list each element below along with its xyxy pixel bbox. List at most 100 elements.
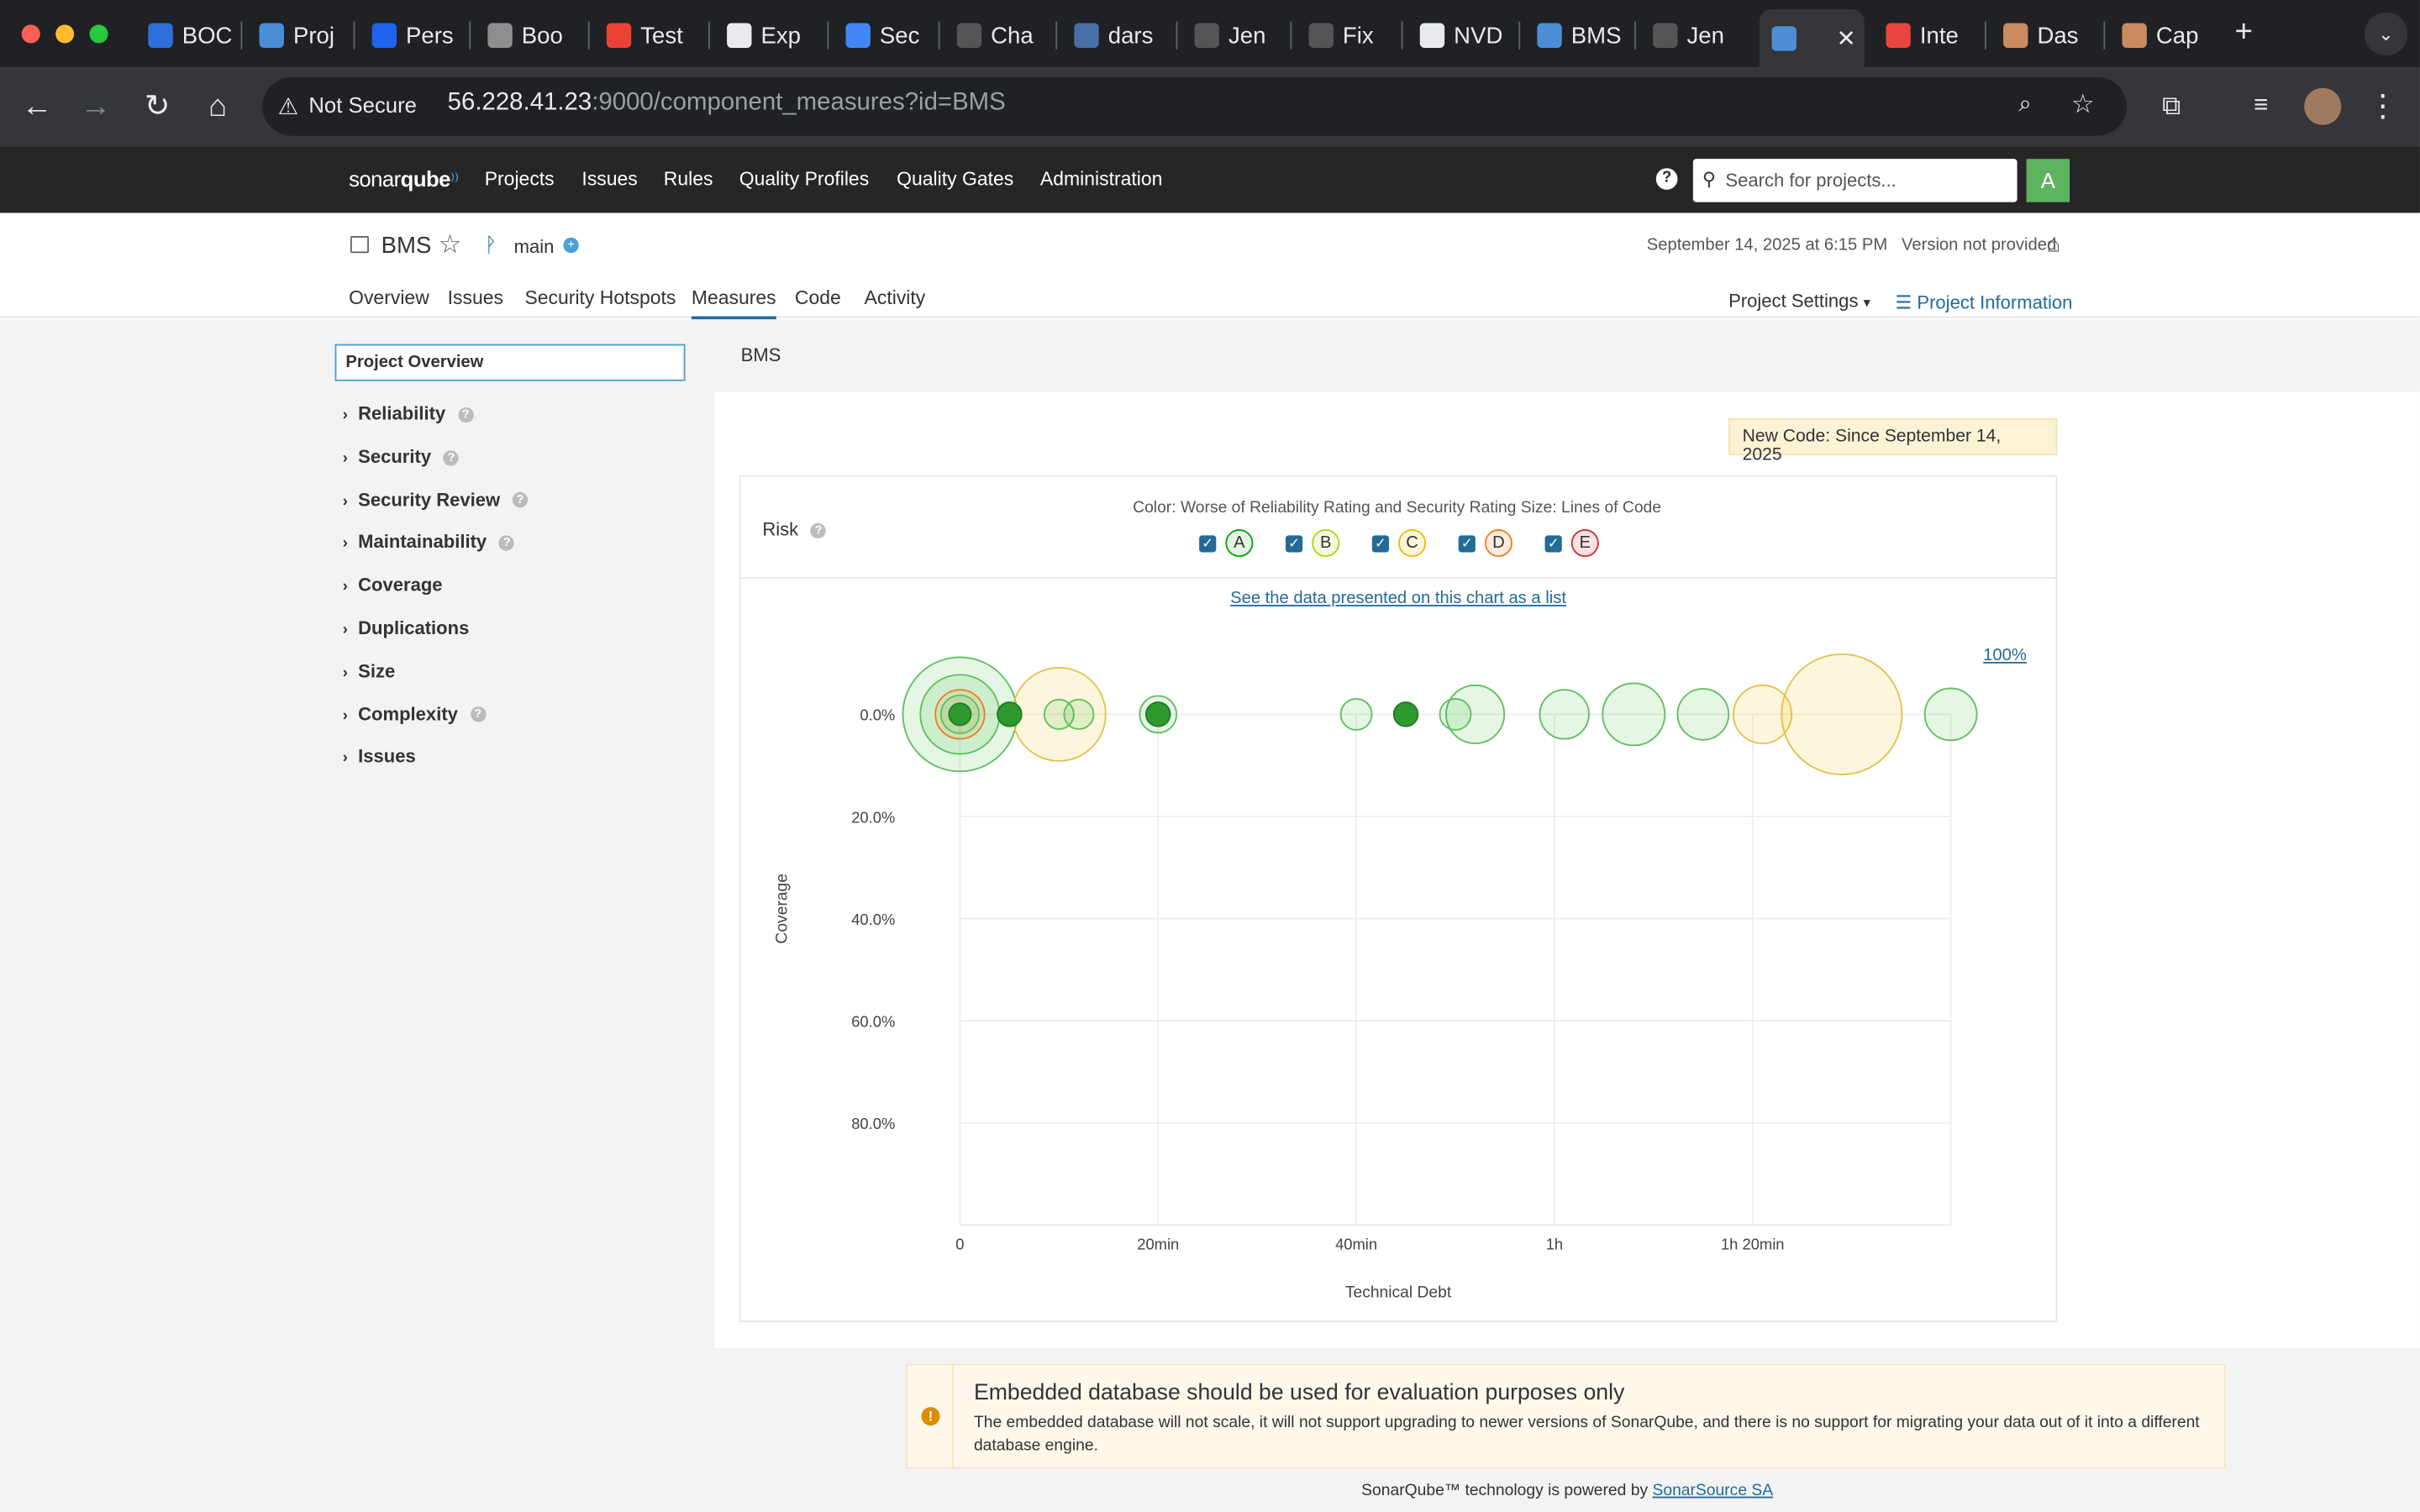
rating-checkbox[interactable]: ✓ — [1458, 534, 1476, 552]
zoom-icon[interactable]: ⌕ — [2018, 91, 2031, 117]
forward-icon[interactable]: → — [76, 87, 116, 127]
sidebar-item-complexity[interactable]: › Complexity? — [343, 703, 486, 725]
y-tick-label: 20.0% — [851, 808, 895, 826]
branch-name[interactable]: main — [514, 236, 555, 258]
home-project-icon[interactable]: ⌂ — [2046, 232, 2060, 258]
maximize-window-dot[interactable] — [89, 24, 108, 44]
risk-help-icon[interactable]: ? — [810, 522, 827, 538]
tab-separator — [938, 21, 940, 50]
sidebar-item-size[interactable]: › Size — [343, 660, 395, 682]
tab-search-button[interactable]: ⌄ — [2364, 12, 2408, 56]
minimize-window-dot[interactable] — [55, 24, 75, 44]
sidebar-item-security[interactable]: › Security? — [342, 445, 460, 468]
security-label[interactable]: Not Secure — [308, 92, 417, 117]
sidebar-item-label: Coverage — [358, 574, 443, 596]
sonarqube-logo[interactable]: sonarqube⁾⁾ — [349, 166, 459, 191]
sidebar-item-maintainability[interactable]: › Maintainability? — [343, 532, 515, 553]
reload-icon[interactable]: ↻ — [137, 87, 177, 127]
rating-filter-e[interactable]: ✓ E — [1544, 528, 1599, 558]
browser-tab[interactable]: Cha — [944, 13, 1046, 59]
rating-badge: B — [1312, 528, 1340, 558]
project-settings-dropdown[interactable]: Project Settings ▾ — [1728, 290, 1870, 312]
browser-tab[interactable]: BMS — [1525, 13, 1627, 59]
rating-filter-c[interactable]: ✓ C — [1371, 528, 1427, 558]
warning-title: Embedded database should be used for eva… — [973, 1380, 1625, 1406]
browser-tab[interactable]: ✕ — [1759, 9, 1865, 68]
sonarsource-link[interactable]: SonarSource SA — [1652, 1481, 1773, 1499]
chevron-right-icon: › — [342, 449, 348, 468]
tab-favicon-icon — [1537, 23, 1562, 48]
rating-filter-a[interactable]: ✓ A — [1199, 528, 1254, 558]
close-tab-icon[interactable]: ✕ — [1837, 24, 1856, 52]
browser-tab[interactable]: Cap — [2110, 13, 2212, 59]
project-tab-activity[interactable]: Activity — [865, 287, 926, 309]
nav-item-quality-gates[interactable]: Quality Gates — [897, 168, 1013, 190]
browser-tab[interactable]: Sec — [834, 13, 935, 59]
browser-tab[interactable]: BOC — [136, 13, 238, 59]
browser-tab[interactable]: Fix — [1297, 13, 1398, 59]
url-text[interactable]: 56.228.41.23:9000/component_measures?id=… — [448, 90, 1006, 118]
browser-tab[interactable]: Boo — [476, 13, 577, 59]
sidebar-item-security-review[interactable]: › Security Review? — [343, 488, 529, 510]
browser-tab[interactable]: Pers — [360, 13, 461, 59]
extensions-icon[interactable]: ⧉ — [2151, 87, 2191, 127]
browser-tab[interactable]: Inte — [1874, 13, 1975, 59]
branch-info-icon[interactable]: + — [563, 237, 579, 254]
back-icon[interactable]: ← — [17, 87, 57, 127]
project-tab-issues[interactable]: Issues — [448, 287, 503, 309]
main-title: BMS — [740, 344, 781, 366]
nav-item-quality-profiles[interactable]: Quality Profiles — [739, 168, 869, 190]
browser-tab[interactable]: dars — [1062, 13, 1164, 59]
profile-avatar-icon[interactable] — [2304, 87, 2342, 125]
new-tab-button[interactable]: + — [2235, 15, 2253, 50]
home-icon[interactable]: ⌂ — [197, 87, 238, 127]
favorite-star-icon[interactable]: ☆ — [439, 230, 462, 261]
bookmark-star-icon[interactable]: ☆ — [2071, 90, 2095, 121]
nav-item-projects[interactable]: Projects — [485, 168, 555, 190]
tab-title: Cap — [2155, 22, 2199, 49]
browser-tab[interactable]: Jen — [1182, 13, 1284, 59]
browser-tab[interactable]: Test — [594, 13, 696, 59]
tab-favicon-icon — [1074, 23, 1099, 48]
help-icon[interactable]: ? — [1655, 168, 1678, 190]
help-icon[interactable]: ? — [512, 492, 529, 509]
tab-title: Jen — [1686, 22, 1724, 49]
project-search-input[interactable]: ⚲ Search for projects... — [1692, 159, 2018, 202]
project-tab-code[interactable]: Code — [795, 287, 841, 309]
help-icon[interactable]: ? — [443, 449, 460, 465]
sidebar-item-coverage[interactable]: › Coverage — [343, 575, 443, 596]
rating-checkbox[interactable]: ✓ — [1285, 534, 1303, 552]
address-bar[interactable]: ⚠ Not Secure 56.228.41.23:9000/component… — [262, 76, 2127, 136]
nav-item-rules[interactable]: Rules — [664, 168, 713, 190]
rating-checkbox[interactable]: ✓ — [1544, 534, 1562, 552]
rating-checkbox[interactable]: ✓ — [1199, 534, 1217, 552]
media-control-icon[interactable]: ≡ — [2241, 87, 2281, 127]
help-icon[interactable]: ? — [457, 407, 474, 423]
project-name[interactable]: BMS — [381, 233, 432, 259]
close-window-dot[interactable] — [21, 24, 40, 44]
help-icon[interactable]: ? — [498, 535, 515, 552]
browser-tab[interactable]: Exp — [714, 13, 816, 59]
help-icon[interactable]: ? — [470, 706, 486, 723]
browser-tab[interactable]: Proj — [247, 13, 349, 59]
user-avatar[interactable]: A — [2026, 159, 2070, 202]
rating-checkbox[interactable]: ✓ — [1371, 534, 1390, 552]
project-tab-security-hotspots[interactable]: Security Hotspots — [524, 287, 676, 309]
rating-filter-b[interactable]: ✓ B — [1285, 528, 1340, 558]
browser-tab[interactable]: Jen — [1640, 13, 1742, 59]
nav-item-administration[interactable]: Administration — [1040, 168, 1162, 190]
search-icon: ⚲ — [1702, 168, 1717, 190]
browser-tab[interactable]: NVD — [1407, 13, 1509, 59]
project-tab-overview[interactable]: Overview — [349, 287, 429, 309]
chrome-menu-icon[interactable]: ⋮ — [2363, 87, 2403, 127]
nav-item-issues[interactable]: Issues — [581, 168, 637, 190]
project-overview-item[interactable]: Project Overview — [334, 344, 686, 381]
browser-tab[interactable]: Das — [1991, 13, 2092, 59]
sidebar-item-issues[interactable]: › Issues — [343, 746, 416, 768]
date-text: September 14, 2025 at 6:15 PM — [1646, 236, 1888, 255]
project-information-link[interactable]: ☰ Project Information — [1895, 291, 2072, 313]
sidebar-item-duplications[interactable]: › Duplications — [343, 617, 470, 639]
sidebar-item-reliability[interactable]: › Reliability? — [343, 402, 474, 424]
project-tab-measures[interactable]: Measures — [691, 287, 776, 320]
rating-filter-d[interactable]: ✓ D — [1458, 528, 1512, 558]
